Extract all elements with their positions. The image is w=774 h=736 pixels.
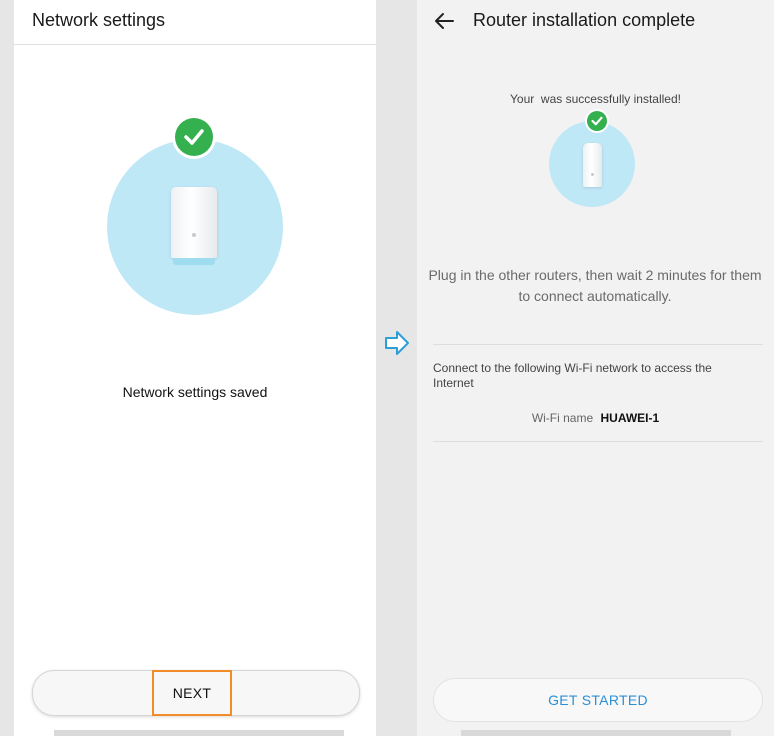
page-title: Router installation complete [473,10,696,30]
router-installation-screen: Router installation complete Your was su… [417,0,774,736]
instruction-text: Plug in the other routers, then wait 2 m… [428,267,762,304]
connect-text: Connect to the following Wi-Fi network t… [433,361,712,390]
success-message: Your was successfully installed! [510,92,681,106]
bottom-strip [461,730,731,736]
router-logo-dot [591,173,594,176]
right-titlebar: Router installation complete [417,0,774,44]
divider-top [433,344,763,345]
panel-separator [376,0,417,736]
bottom-strip [54,730,344,736]
left-edge [0,0,14,736]
check-icon [175,118,213,156]
get-started-button[interactable]: GET STARTED [433,678,763,722]
network-settings-screen: Network settings Network settings saved … [14,0,376,736]
right-arrow-icon [383,329,411,357]
router-base-light [173,258,215,265]
router-logo-dot [192,233,196,237]
page-title: Network settings [32,10,166,30]
status-message: Network settings saved [122,384,268,400]
get-started-label: GET STARTED [548,692,648,708]
check-icon [587,111,607,131]
divider-bottom [433,441,763,442]
left-titlebar: Network settings [14,0,376,45]
back-arrow-icon[interactable] [431,8,457,34]
wifi-row: Wi-Fi name HUAWEI-1 [417,411,774,425]
router-icon [583,143,602,187]
router-icon [171,187,217,258]
wifi-name: HUAWEI-1 [600,411,660,425]
next-button-label: NEXT [172,685,212,701]
wifi-label: Wi-Fi name [531,411,594,425]
